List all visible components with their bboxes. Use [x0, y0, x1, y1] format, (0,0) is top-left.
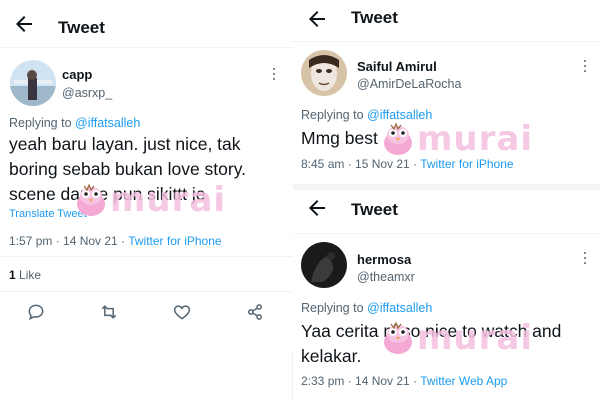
tweet-panel-hermosa: Tweet hermosa @theamxr Replying to @iffa…: [293, 190, 600, 400]
author-name[interactable]: capp: [62, 67, 92, 82]
tweet-text: Mmg best: [301, 126, 597, 151]
separator: [0, 291, 293, 292]
replying-to: Replying to @iffatsalleh: [301, 108, 432, 122]
tweet-panel-saiful: Tweet Saiful Amirul @AmirDeLaRocha Reply…: [293, 0, 600, 184]
reply-mention-link[interactable]: @iffatsalleh: [75, 116, 140, 130]
tweet-header: Tweet: [0, 0, 293, 48]
more-options-icon[interactable]: [583, 60, 587, 74]
tweet-timestamp[interactable]: 8:45 am · 15 Nov 21 ·: [301, 157, 420, 171]
retweet-icon[interactable]: [99, 302, 119, 322]
author-handle[interactable]: @asrxp_: [62, 86, 112, 100]
author-handle[interactable]: @theamxr: [357, 270, 415, 284]
avatar[interactable]: [301, 242, 347, 288]
tweet-meta: 1:57 pm · 14 Nov 21 · Twitter for iPhone: [9, 234, 222, 248]
reply-icon[interactable]: [26, 302, 46, 322]
tweet-text-line: scene dance pun sikittt je: [9, 184, 206, 204]
tweet-source-link[interactable]: Twitter Web App: [420, 374, 507, 388]
tweet-source-link[interactable]: Twitter for iPhone: [420, 157, 513, 171]
tweet-header: Tweet: [293, 0, 600, 42]
tweet-text-line: boring sebab bukan love story.: [9, 159, 247, 179]
likes-count[interactable]: 1 Like: [9, 268, 41, 282]
replying-prefix: Replying to: [301, 301, 364, 315]
more-options-icon[interactable]: [583, 252, 587, 266]
avatar[interactable]: [10, 60, 56, 106]
more-options-icon[interactable]: [272, 68, 276, 82]
tweet-text: yeah baru layan. just nice, tak boring s…: [9, 132, 291, 207]
tweet-meta: 2:33 pm · 14 Nov 21 · Twitter Web App: [301, 374, 507, 388]
tweet-meta: 8:45 am · 15 Nov 21 · Twitter for iPhone: [301, 157, 514, 171]
heart-icon[interactable]: [172, 302, 192, 322]
replying-to: Replying to @iffatsalleh: [9, 116, 140, 130]
replying-to: Replying to @iffatsalleh: [301, 301, 432, 315]
tweet-text-line: Yaa cerita ni so nice to watch and: [301, 321, 562, 341]
translate-tweet-link[interactable]: Translate Tweet: [9, 208, 87, 220]
tweet-timestamp[interactable]: 1:57 pm · 14 Nov 21 ·: [9, 234, 128, 248]
share-icon[interactable]: [245, 302, 265, 322]
replying-prefix: Replying to: [301, 108, 364, 122]
tweet-text-line: kelakar.: [301, 346, 362, 366]
page-title: Tweet: [58, 18, 105, 37]
reply-mention-link[interactable]: @iffatsalleh: [367, 108, 432, 122]
tweet-text-line: yeah baru layan. just nice, tak: [9, 134, 241, 154]
author-name[interactable]: Saiful Amirul: [357, 59, 437, 74]
tweet-panel-capp: Tweet capp @asrxp_ Replying to @iffatsal…: [0, 0, 293, 352]
back-arrow-icon[interactable]: [12, 12, 36, 36]
likes-number: 1: [9, 268, 16, 282]
tweet-timestamp[interactable]: 2:33 pm · 14 Nov 21 ·: [301, 374, 420, 388]
tweet-header: Tweet: [293, 190, 600, 234]
separator: [0, 256, 293, 257]
likes-label: Like: [19, 268, 42, 282]
author-handle[interactable]: @AmirDeLaRocha: [357, 77, 461, 91]
reply-mention-link[interactable]: @iffatsalleh: [367, 301, 432, 315]
back-arrow-icon[interactable]: [305, 196, 329, 220]
tweet-text: Yaa cerita ni so nice to watch and kelak…: [301, 319, 597, 369]
replying-prefix: Replying to: [9, 116, 72, 130]
avatar[interactable]: [301, 50, 347, 96]
tweet-source-link[interactable]: Twitter for iPhone: [128, 234, 221, 248]
author-name[interactable]: hermosa: [357, 252, 411, 267]
page-title: Tweet: [351, 200, 398, 219]
back-arrow-icon[interactable]: [305, 7, 329, 31]
page-title: Tweet: [351, 8, 398, 27]
tweet-text-line: Mmg best: [301, 128, 378, 148]
